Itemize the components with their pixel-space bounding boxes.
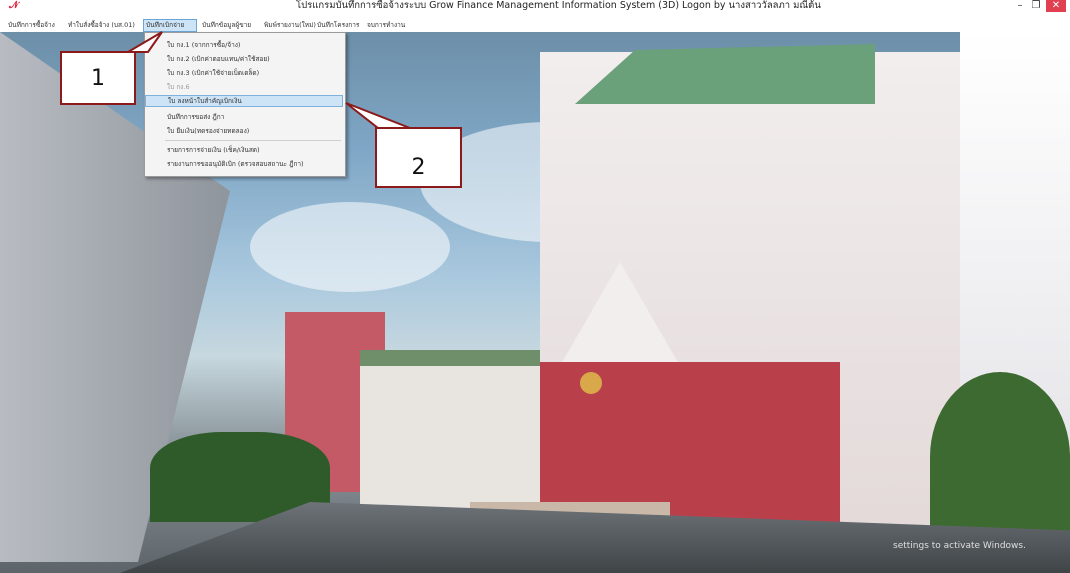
menu-item-submit-claim[interactable]: บันทึกการขอส่ง ฎีกา (145, 111, 343, 123)
menu-bar: บันทึกการซื้อจ้าง ทำใบสั่งซื้อจ้าง (บส.0… (0, 19, 1070, 32)
app-logo-icon: 𝒩 (9, 0, 19, 11)
menu-print-report[interactable]: พิมพ์รายงาน(ใหม่) (262, 19, 318, 32)
middle-roof (360, 350, 540, 366)
disbursement-dropdown: ใบ กง.1 (จากการซื้อ/จ้าง) ใบ กง.2 (เบิกค… (144, 32, 346, 177)
activation-watermark: settings to activate Windows. (893, 541, 1026, 551)
menu-item-kong3[interactable]: ใบ กง.3 (เบิกค่าใช้จ่ายเบ็ดเตล็ด) (145, 67, 343, 79)
title-bar: 𝒩 โปรแกรมบันทึกการซื้อจ้างระบบ Grow Fina… (0, 0, 1070, 12)
menu-purchase-order[interactable]: ทำใบสั่งซื้อจ้าง (บส.01) (66, 19, 137, 32)
menu-separator (165, 140, 341, 141)
menu-purchase-record[interactable]: บันทึกการซื้อจ้าง (6, 19, 57, 32)
callout-2: 2 (375, 127, 462, 188)
menu-item-payment-list[interactable]: รายการการจ่ายเงิน (เช็ค/เงินสด) (145, 144, 343, 156)
menu-item-loan[interactable]: ใบ ยืมเงิน(ทดรองจ่ายทดลอง) (145, 125, 343, 137)
maximize-button[interactable]: ❐ (1028, 0, 1044, 12)
menu-item-approval-report[interactable]: รายงานการขออนุมัติเบิก (ตรวจสอบสถานะ ฎีก… (145, 158, 343, 170)
window-title: โปรแกรมบันทึกการซื้อจ้างระบบ Grow Financ… (296, 0, 821, 11)
emblem-icon (580, 372, 602, 394)
trees (930, 372, 1070, 542)
menu-item-voucher-cover[interactable]: ใบ ลงหน้าใบสำคัญเบิกเงิน (145, 95, 343, 107)
menu-item-kong2[interactable]: ใบ กง.2 (เบิกค่าตอบแทน/ค่าใช้สอย) (145, 53, 343, 65)
menu-disbursement[interactable]: บันทึกเบิกจ่าย (143, 19, 197, 32)
menu-item-kong6: ใบ กง.6 (167, 83, 190, 91)
menu-exit[interactable]: จบการทำงาน (365, 19, 407, 32)
menu-vendor-data[interactable]: บันทึกข้อมูลผู้ขาย (200, 19, 253, 32)
middle-building (360, 352, 540, 522)
close-button[interactable]: ✕ (1046, 0, 1066, 12)
menu-item-kong1[interactable]: ใบ กง.1 (จากการซื้อ/จ้าง) (145, 39, 343, 51)
cloud (250, 202, 450, 292)
callout-1: 1 (60, 51, 136, 105)
menu-project-record[interactable]: บันทึกโครงการ (315, 19, 361, 32)
minimize-button[interactable]: – (1012, 0, 1028, 12)
